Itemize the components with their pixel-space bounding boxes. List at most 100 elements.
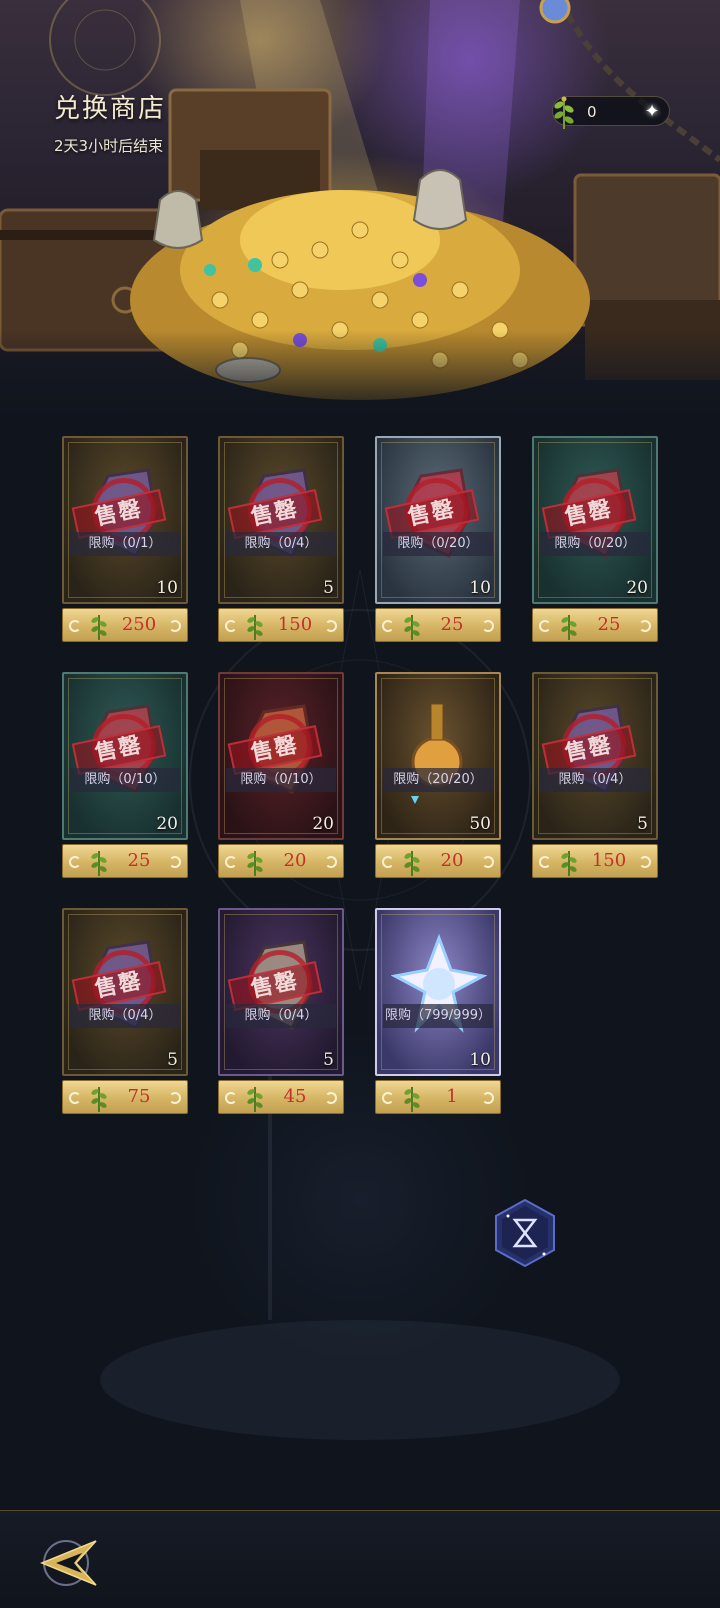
- shop-item-card[interactable]: 售罄 限购（0/1） 10 250: [62, 436, 188, 642]
- purchase-limit: 限购（0/20）: [383, 532, 493, 556]
- purchase-limit: 限购（20/20）: [383, 768, 493, 792]
- item-frame: 限购（20/20） 50: [375, 672, 501, 840]
- shop-item-card[interactable]: 售罄 限购（0/4） 5 150: [218, 436, 344, 642]
- price-value: 150: [277, 614, 313, 635]
- item-frame: 售罄 限购（0/10） 20: [62, 672, 188, 840]
- price-button[interactable]: 250: [62, 608, 188, 642]
- herb-token-icon: [91, 1087, 107, 1112]
- item-frame: 售罄 限购（0/4） 5: [532, 672, 658, 840]
- shop-item-card[interactable]: 售罄 限购（0/4） 5 45: [218, 908, 344, 1114]
- moon-ornament-icon: [539, 620, 551, 632]
- purchase-limit: 限购（0/4）: [540, 768, 650, 792]
- back-button[interactable]: [36, 1531, 104, 1595]
- shop-item-card[interactable]: 售罄 限购（0/10） 20 20: [218, 672, 344, 878]
- price-value: 25: [597, 614, 621, 635]
- moon-ornament-icon: [382, 620, 394, 632]
- item-frame: 限购（799/999） 10: [375, 908, 501, 1076]
- hourglass-hex-icon: [495, 1198, 555, 1268]
- bottom-bar: [0, 1510, 720, 1608]
- price-button[interactable]: 75: [62, 1080, 188, 1114]
- price-value: 25: [440, 614, 464, 635]
- purchase-limit: 限购（0/1）: [70, 532, 180, 556]
- price-value: 250: [121, 614, 157, 635]
- item-quantity: 10: [469, 1050, 491, 1070]
- moon-ornament-icon: [325, 1092, 337, 1104]
- shop-item-card[interactable]: 限购（20/20） 50 20: [375, 672, 501, 878]
- price-value: 75: [127, 1086, 151, 1107]
- purchase-limit: 限购（0/10）: [70, 768, 180, 792]
- moon-ornament-icon: [382, 1092, 394, 1104]
- item-icon: [391, 933, 487, 1033]
- herb-token-icon: [91, 615, 107, 640]
- purchase-limit: 限购（0/4）: [226, 532, 336, 556]
- price-button[interactable]: 20: [375, 844, 501, 878]
- item-quantity: 10: [469, 578, 491, 598]
- price-button[interactable]: 20: [218, 844, 344, 878]
- item-frame: 售罄 限购（0/10） 20: [218, 672, 344, 840]
- moon-ornament-icon: [482, 620, 494, 632]
- item-quantity: 20: [626, 578, 648, 598]
- price-button[interactable]: 150: [218, 608, 344, 642]
- price-button[interactable]: 45: [218, 1080, 344, 1114]
- price-button[interactable]: 1: [375, 1080, 501, 1114]
- item-frame: 售罄 限购（0/20） 20: [532, 436, 658, 604]
- moon-ornament-icon: [69, 620, 81, 632]
- hourglass-hex-button[interactable]: [488, 1196, 562, 1270]
- item-quantity: 5: [167, 1050, 178, 1070]
- herb-token-icon: [404, 615, 420, 640]
- moon-ornament-icon: [482, 856, 494, 868]
- moon-ornament-icon: [482, 1092, 494, 1104]
- item-frame: 售罄 限购（0/4） 5: [62, 908, 188, 1076]
- purchase-limit: 限购（0/4）: [226, 1004, 336, 1028]
- item-quantity: 50: [469, 814, 491, 834]
- price-value: 1: [446, 1086, 458, 1107]
- price-value: 45: [283, 1086, 307, 1107]
- price-button[interactable]: 25: [62, 844, 188, 878]
- herb-token-icon: [561, 851, 577, 876]
- moon-ornament-icon: [325, 856, 337, 868]
- shop-item-card[interactable]: 售罄 限购（0/20） 10 25: [375, 436, 501, 642]
- moon-ornament-icon: [225, 1092, 237, 1104]
- shop-item-card[interactable]: 售罄 限购（0/10） 20 25: [62, 672, 188, 878]
- moon-ornament-icon: [69, 856, 81, 868]
- item-quantity: 5: [323, 578, 334, 598]
- herb-token-icon: [404, 851, 420, 876]
- price-value: 25: [127, 850, 151, 871]
- item-quantity: 5: [323, 1050, 334, 1070]
- moon-ornament-icon: [325, 620, 337, 632]
- shop-item-grid: 售罄 限购（0/1） 10 250 售罄 限购（0/4） 5 150 售罄 限购（0/20） 10 2…: [0, 0, 720, 1200]
- price-button[interactable]: 150: [532, 844, 658, 878]
- shop-item-card[interactable]: 售罄 限购（0/20） 20 25: [532, 436, 658, 642]
- herb-token-icon: [404, 1087, 420, 1112]
- moon-ornament-icon: [69, 1092, 81, 1104]
- price-value: 20: [283, 850, 307, 871]
- item-quantity: 20: [156, 814, 178, 834]
- back-arrow-icon: [40, 1540, 97, 1586]
- purchase-limit: 限购（0/20）: [540, 532, 650, 556]
- item-quantity: 5: [637, 814, 648, 834]
- price-button[interactable]: 25: [532, 608, 658, 642]
- item-quantity: 20: [312, 814, 334, 834]
- item-frame: 售罄 限购（0/20） 10: [375, 436, 501, 604]
- shop-item-card[interactable]: 售罄 限购（0/4） 5 75: [62, 908, 188, 1114]
- moon-ornament-icon: [169, 1092, 181, 1104]
- herb-token-icon: [247, 615, 263, 640]
- moon-ornament-icon: [225, 620, 237, 632]
- item-frame: 售罄 限购（0/4） 5: [218, 436, 344, 604]
- shop-item-card[interactable]: 限购（799/999） 10 1: [375, 908, 501, 1114]
- item-quantity: 10: [156, 578, 178, 598]
- moon-ornament-icon: [639, 620, 651, 632]
- moon-ornament-icon: [539, 856, 551, 868]
- purchase-limit: 限购（0/10）: [226, 768, 336, 792]
- item-frame: 售罄 限购（0/4） 5: [218, 908, 344, 1076]
- herb-token-icon: [247, 1087, 263, 1112]
- herb-token-icon: [561, 615, 577, 640]
- price-button[interactable]: 25: [375, 608, 501, 642]
- purchase-limit: 限购（799/999）: [383, 1004, 493, 1028]
- moon-ornament-icon: [639, 856, 651, 868]
- item-frame: 售罄 限购（0/1） 10: [62, 436, 188, 604]
- moon-ornament-icon: [382, 856, 394, 868]
- price-value: 150: [591, 850, 627, 871]
- purchase-limit: 限购（0/4）: [70, 1004, 180, 1028]
- shop-item-card[interactable]: 售罄 限购（0/4） 5 150: [532, 672, 658, 878]
